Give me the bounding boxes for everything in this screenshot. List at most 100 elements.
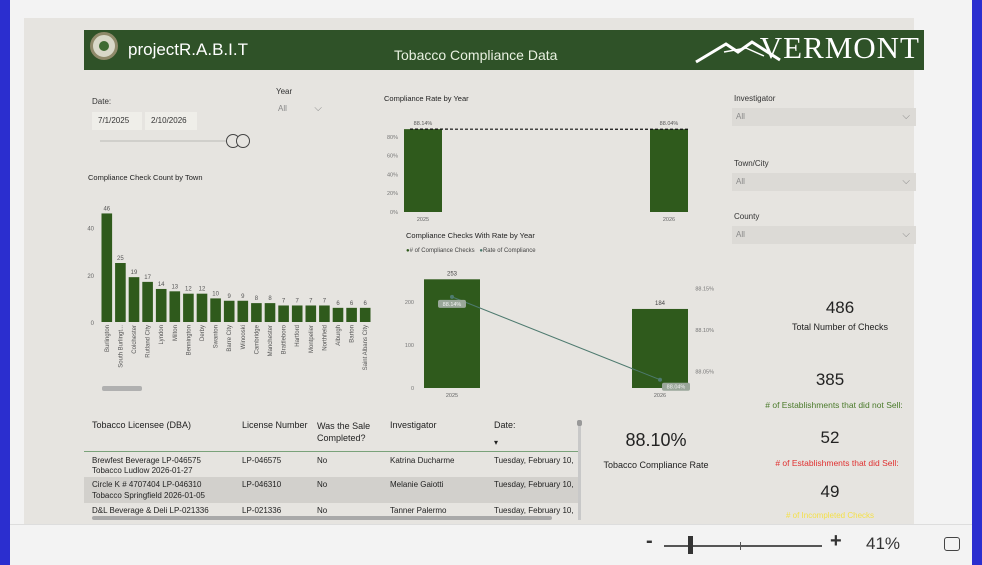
zoom-slider-thumb[interactable] (688, 536, 693, 554)
col-license-number[interactable]: License Number (242, 420, 308, 430)
date-start-field[interactable]: 7/1/2025 (92, 112, 142, 130)
y-tick-label: 60% (387, 154, 398, 160)
right-axis-tick: 88.05% (695, 369, 714, 375)
investigator-label: Investigator (734, 94, 775, 103)
col-sale-completed[interactable]: Was the Sale Completed? (317, 420, 377, 444)
town-value-label: 13 (171, 284, 178, 290)
compliance-rate-label: Tobacco Compliance Rate (590, 460, 722, 470)
checks-with-rate-chart: 010020088.05%88.10%88.15%253202518420268… (392, 262, 728, 406)
licensee-cell: Brewfest Beverage LP-046575 (92, 456, 201, 465)
investigator-cell: Katrina Ducharme (390, 456, 454, 465)
licensee-cell-line2: Tobacco Springfield 2026-01-05 (92, 491, 205, 500)
town-bar (251, 303, 262, 322)
town-value-label: 8 (255, 296, 259, 302)
town-dropdown[interactable]: All ⌵ (732, 173, 916, 191)
town-category-label: Milton (173, 325, 179, 341)
zoom-slider-tick (740, 542, 741, 550)
dashboard-title: Tobacco Compliance Data (394, 47, 557, 63)
town-value-label: 8 (268, 296, 272, 302)
town-value-label: 14 (158, 282, 165, 288)
date-slider-end-handle[interactable] (236, 134, 250, 148)
licensee-cell: D&L Beverage & Deli LP-021336 (92, 506, 209, 515)
col-date[interactable]: Date: (494, 420, 516, 430)
total-checks-value: 486 (760, 298, 920, 318)
license-cell: LP-021336 (242, 506, 281, 515)
zoom-in-button[interactable]: + (830, 530, 842, 553)
chevron-down-icon: ⌵ (902, 226, 910, 244)
fit-to-page-icon[interactable] (944, 537, 960, 551)
report-header: projectR.A.B.I.T Tobacco Compliance Data… (84, 30, 924, 70)
town-bar (346, 308, 357, 322)
combo-chart-title: Compliance Checks With Rate by Year (406, 231, 535, 240)
town-bar (319, 305, 330, 322)
town-bar (129, 277, 140, 322)
investigator-dropdown[interactable]: All ⌵ (732, 108, 916, 126)
town-category-label: Rutland City (146, 325, 152, 358)
county-value: All (736, 230, 745, 239)
town-bar-chart: 0204046Burlington25South Burlingt...19Co… (84, 184, 376, 390)
town-category-label: Derby (200, 325, 206, 341)
app-title: projectR.A.B.I.T (128, 40, 248, 60)
rate-value-label: 88.14% (414, 121, 433, 127)
town-value-label: 12 (185, 287, 192, 293)
y-tick-label: 40 (87, 227, 94, 233)
town-value-label: 6 (336, 301, 340, 307)
date-cell: Tuesday, February 10, (494, 480, 574, 489)
rabit-logo-icon (90, 32, 118, 60)
table-row[interactable]: Brewfest Beverage LP-046575 Tobacco Ludl… (84, 453, 578, 475)
date-end-field[interactable]: 2/10/2026 (145, 112, 197, 130)
town-category-label: Cambridge (254, 324, 260, 354)
town-category-label: Alburgh (336, 325, 342, 346)
table-row[interactable]: Circle K # 4707404 LP-046310 Tobacco Spr… (84, 477, 578, 503)
town-category-label: Montpelier (309, 325, 315, 353)
town-value-label: 19 (131, 270, 138, 276)
county-dropdown[interactable]: All ⌵ (732, 226, 916, 244)
town-chart-scrollbar[interactable] (102, 386, 142, 391)
col-investigator[interactable]: Investigator (390, 420, 437, 430)
rate-value-label: 88.14% (443, 302, 462, 308)
town-category-label: Swanton (214, 325, 220, 348)
sale-cell: No (317, 506, 327, 515)
town-bar (360, 308, 371, 322)
zoom-bar (10, 524, 972, 565)
zoom-out-button[interactable]: - (646, 530, 653, 553)
table-horizontal-scrollbar[interactable] (92, 516, 552, 520)
date-range-slider[interactable] (100, 140, 240, 142)
town-category-label: Northfield (322, 325, 328, 351)
town-bar (183, 294, 194, 322)
right-axis-tick: 88.15% (695, 287, 714, 293)
date-label: Date: (92, 97, 111, 106)
town-category-label: South Burlingt... (118, 325, 124, 368)
checks-value-label: 184 (655, 301, 666, 307)
year-category-label: 2026 (663, 217, 675, 223)
table-vertical-scrollbar[interactable] (578, 420, 581, 520)
y-tick-label: 0% (390, 210, 398, 216)
town-category-label: Manchester (268, 325, 274, 356)
checks-bar (632, 309, 688, 388)
sort-down-icon[interactable]: ▾ (494, 438, 498, 447)
sale-cell: No (317, 480, 327, 489)
left-axis-tick: 0 (411, 386, 414, 392)
town-value-label: 7 (296, 298, 300, 304)
licensee-table: Tobacco Licensee (DBA) License Number Wa… (84, 416, 580, 522)
town-category-label: Brattleboro (282, 324, 288, 354)
left-axis-tick: 200 (405, 300, 414, 306)
year-dropdown[interactable]: All ⌵ (274, 100, 328, 118)
license-cell: LP-046575 (242, 456, 281, 465)
town-bar (305, 305, 316, 322)
legend-checks-label: # of Compliance Checks (410, 248, 475, 254)
town-category-label: Saint Albans City (363, 325, 369, 370)
town-bar (210, 298, 221, 322)
vermont-logo-text: VERMONT (760, 30, 920, 66)
y-tick-label: 20% (387, 191, 398, 197)
town-value-label: 12 (199, 287, 206, 293)
town-bar (237, 301, 248, 322)
header-divider (84, 451, 578, 452)
town-value-label: 25 (117, 256, 124, 262)
town-value-label: 7 (309, 298, 313, 304)
town-value-label: 17 (144, 275, 151, 281)
town-value-label: 6 (364, 301, 368, 307)
town-bar (169, 291, 180, 322)
combo-legend: ●# of Compliance Checks ●Rate of Complia… (406, 248, 536, 254)
col-licensee[interactable]: Tobacco Licensee (DBA) (92, 420, 191, 430)
